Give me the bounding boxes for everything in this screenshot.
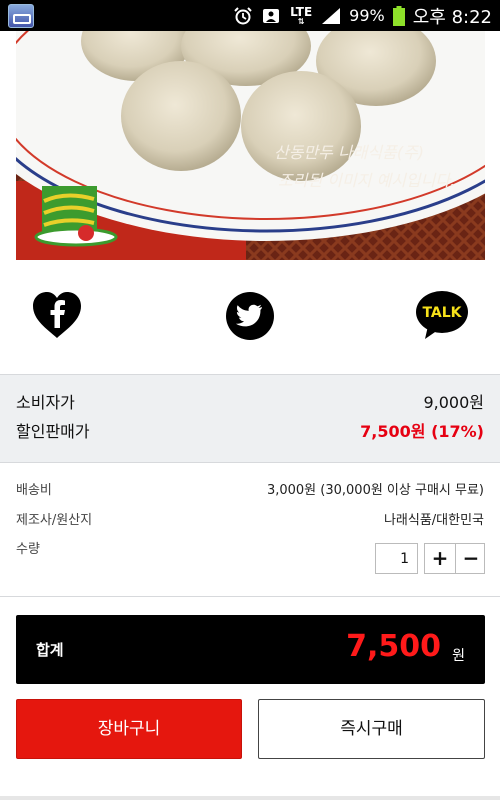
maker-value: 나래식품/대한민국 — [383, 513, 484, 528]
shipping-value: 3,000원 (30,000원 이상 구매시 무료) — [266, 483, 484, 498]
facebook-heart-icon — [33, 292, 81, 338]
quantity-increase-button[interactable]: + — [425, 544, 455, 573]
quantity-label: 수량 — [16, 542, 40, 557]
alarm-icon — [234, 6, 252, 24]
maker-label: 제조사/원산지 — [16, 513, 93, 528]
bottom-tab-strip — [0, 796, 500, 800]
quantity-decrease-button[interactable]: − — [455, 544, 486, 573]
status-bar: LTE ⇅ 99% 오후 8:22 — [0, 0, 500, 31]
kakaotalk-label: TALK — [422, 305, 462, 321]
twitter-share-button[interactable] — [222, 288, 278, 344]
total-bar: 합계 7,500 원 — [16, 615, 485, 684]
sale-price-value: 7,500원 (17%) — [360, 422, 484, 441]
kakaotalk-share-button[interactable]: TALK — [414, 288, 470, 344]
total-label: 합계 — [36, 641, 64, 659]
kakaotalk-icon: TALK — [416, 291, 468, 339]
network-type: LTE ⇅ — [290, 4, 313, 26]
facebook-share-button[interactable] — [29, 288, 85, 344]
shipping-row: 배송비 3,000원 (30,000원 이상 구매시 무료) — [16, 481, 484, 501]
battery-percent: 99% — [349, 6, 385, 25]
total-amount: 7,500 — [346, 629, 441, 664]
sale-price-row: 할인판매가 7,500원 (17%) — [16, 418, 484, 446]
sale-price-label: 할인판매가 — [16, 422, 90, 441]
clock: 오후 8:22 — [412, 6, 492, 28]
total-unit: 원 — [452, 648, 465, 664]
list-price-value: 9,000원 — [423, 393, 484, 412]
product-image: 산동만두 나래식품(주) 조리된 이미지 예시입니다. — [16, 31, 485, 260]
quantity-input[interactable]: 1 — [375, 543, 418, 574]
signal-strength-icon — [322, 7, 341, 24]
twitter-bird-icon — [226, 292, 274, 340]
section-divider — [0, 596, 500, 597]
quantity-stepper: + − — [424, 543, 485, 574]
battery-icon — [392, 5, 405, 26]
status-icons: LTE ⇅ 99% 오후 8:22 — [233, 0, 492, 31]
add-to-cart-button[interactable]: 장바구니 — [16, 699, 242, 759]
buy-now-button[interactable]: 즉시구매 — [258, 699, 485, 759]
share-row: TALK — [0, 260, 500, 374]
notification-app-icon — [8, 4, 34, 28]
list-price-label: 소비자가 — [16, 393, 75, 412]
shipping-label: 배송비 — [16, 483, 52, 498]
image-notification-icon — [263, 8, 280, 23]
maker-row: 제조사/원산지 나래식품/대한민국 — [16, 511, 484, 531]
list-price-row: 소비자가 9,000원 — [16, 389, 484, 417]
image-caption-title: 산동만두 나래식품(주) — [274, 143, 425, 162]
price-section: 소비자가 9,000원 할인판매가 7,500원 (17%) — [0, 374, 500, 463]
image-caption-note: 조리된 이미지 예시입니다. — [278, 171, 456, 190]
